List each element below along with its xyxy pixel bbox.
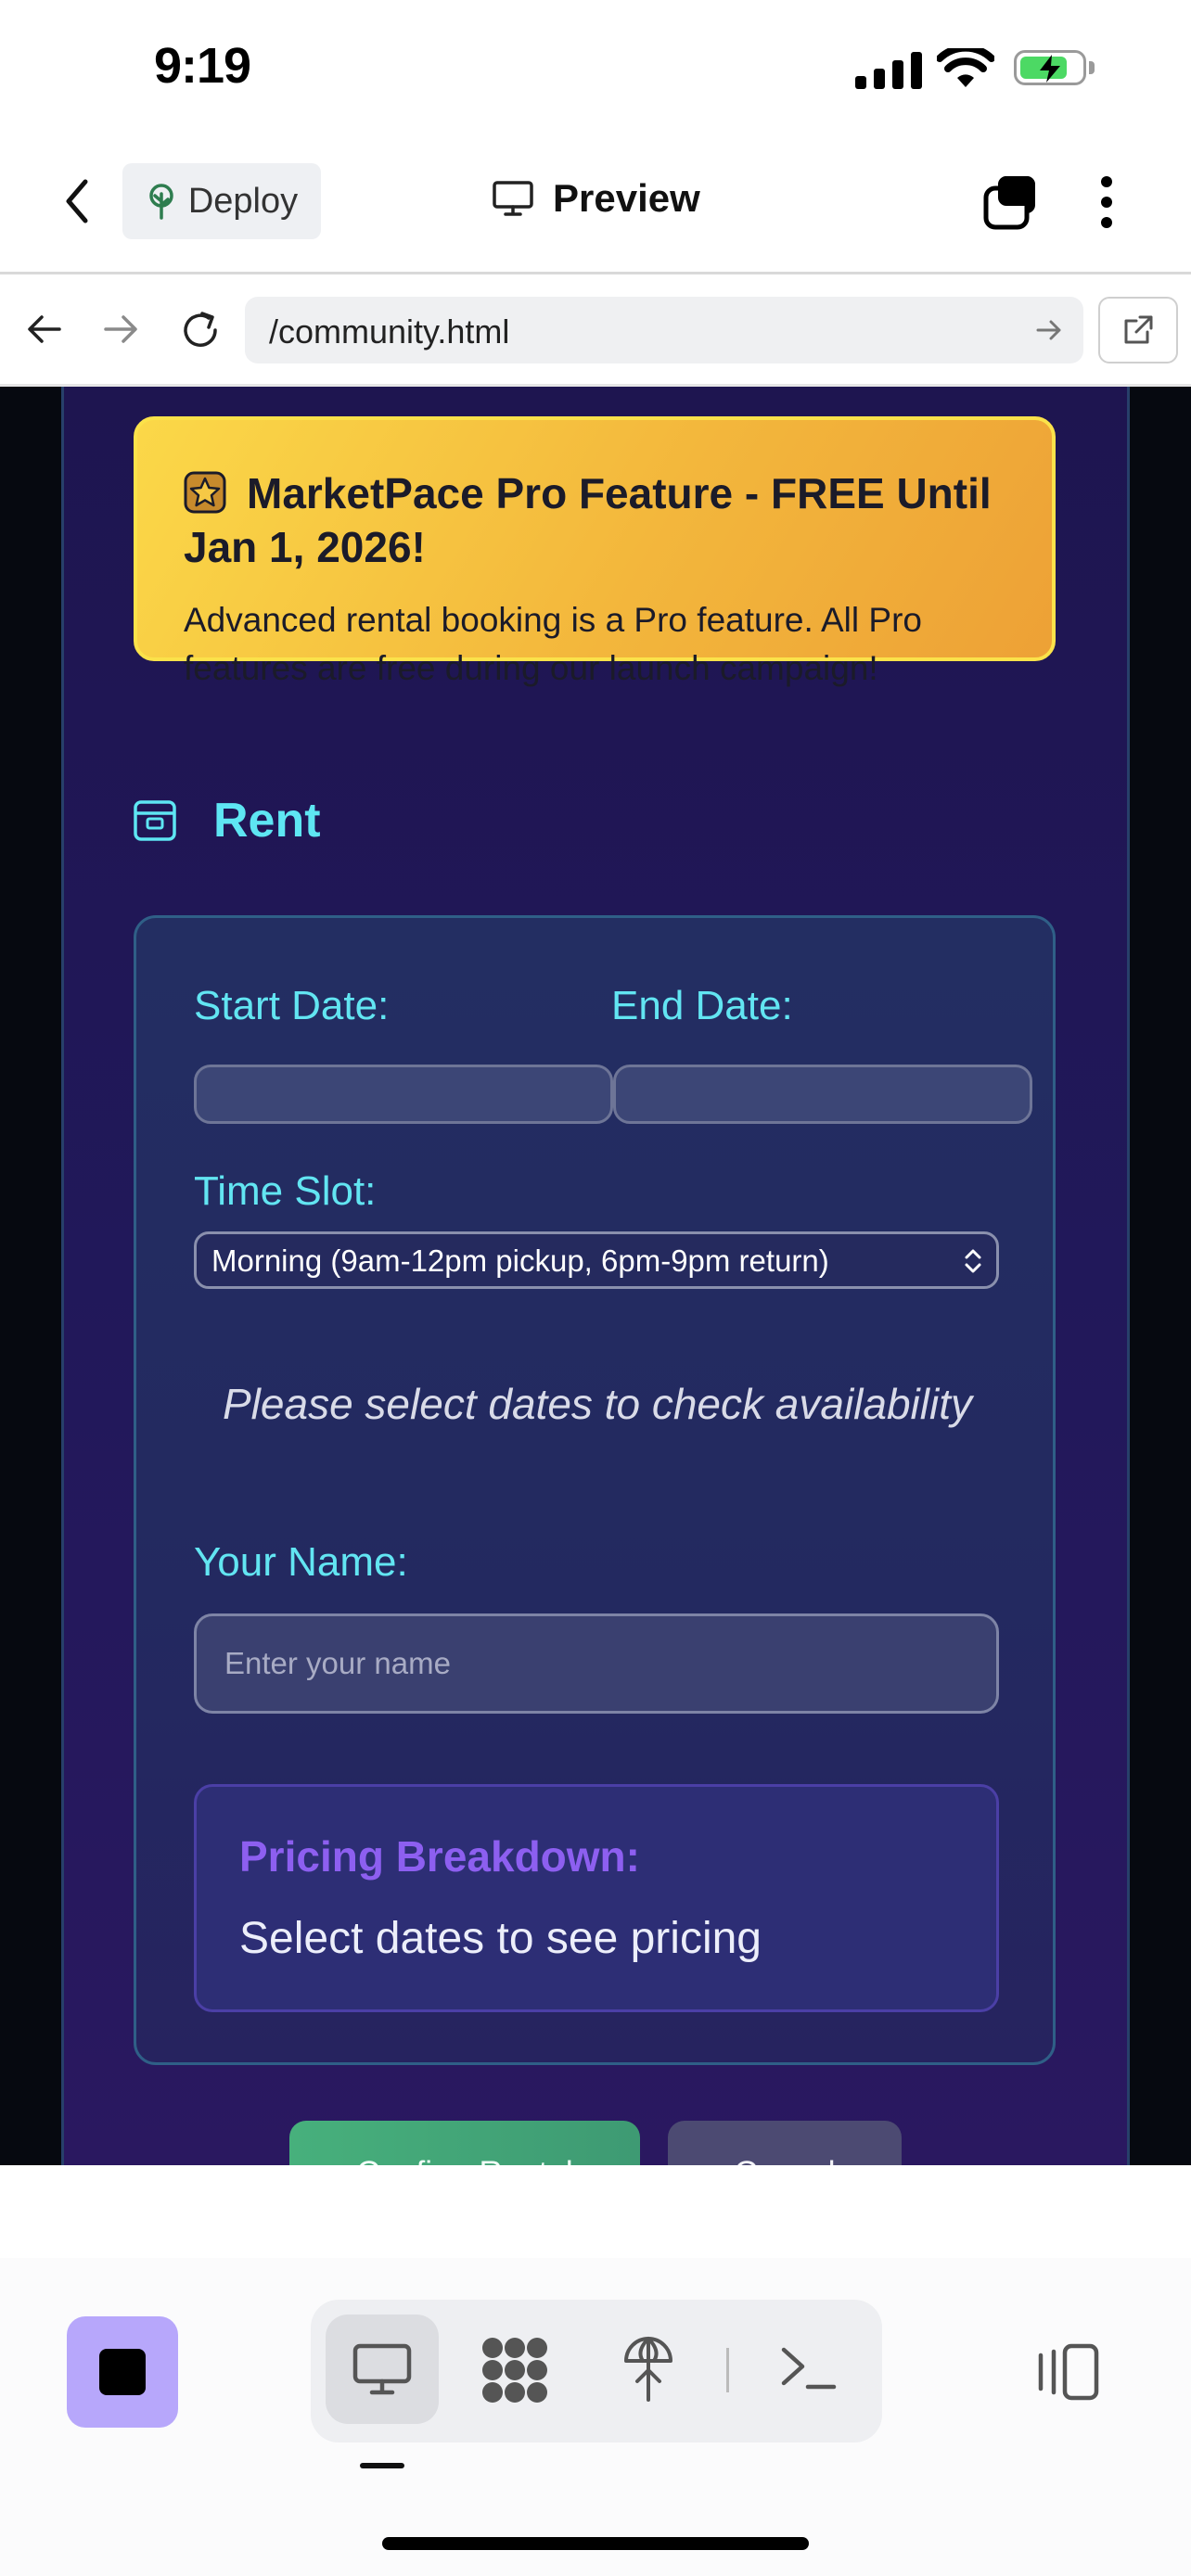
availability-note: Please select dates to check availabilit… bbox=[223, 1380, 972, 1428]
time-slot-select[interactable]: Morning (9am-12pm pickup, 6pm-9pm return… bbox=[194, 1231, 999, 1289]
home-indicator bbox=[382, 2537, 809, 2550]
stop-icon bbox=[99, 2349, 146, 2395]
pricing-text: Select dates to see pricing bbox=[239, 1914, 762, 1963]
windows-stack-icon[interactable] bbox=[981, 172, 1041, 232]
start-date-label: Start Date: bbox=[194, 983, 390, 1028]
antenna-icon[interactable] bbox=[622, 2333, 674, 2404]
signal-icon bbox=[855, 52, 924, 89]
deploy-button[interactable]: Deploy bbox=[122, 163, 321, 239]
start-date-input[interactable] bbox=[194, 1065, 613, 1124]
terminal-icon[interactable] bbox=[780, 2342, 838, 2394]
select-caret-icon bbox=[965, 1249, 981, 1273]
active-tool-indicator bbox=[360, 2463, 404, 2468]
monitor-icon bbox=[493, 181, 533, 216]
time-slot-label: Time Slot: bbox=[194, 1168, 377, 1214]
promo-title-wrap: MarketPace Pro Feature - FREE Until Jan … bbox=[184, 466, 1018, 574]
wifi-icon bbox=[937, 48, 994, 87]
web-viewport: MarketPace Pro Feature - FREE Until Jan … bbox=[0, 387, 1191, 2165]
preview-label: Preview bbox=[553, 176, 700, 220]
promo-body: Advanced rental booking is a Pro feature… bbox=[184, 601, 922, 687]
battery-nub bbox=[1089, 61, 1095, 74]
deploy-label: Deploy bbox=[187, 181, 299, 221]
external-link-icon bbox=[1124, 315, 1153, 344]
pricing-breakdown: Pricing Breakdown: Select dates to see p… bbox=[194, 1784, 999, 2012]
go-arrow-icon[interactable] bbox=[1035, 317, 1063, 343]
tool-preview-button[interactable] bbox=[326, 2315, 439, 2424]
nav-back-icon[interactable] bbox=[26, 313, 63, 345]
stop-button[interactable] bbox=[67, 2316, 178, 2428]
more-vertical-icon[interactable] bbox=[1096, 174, 1117, 230]
tool-divider bbox=[726, 2348, 729, 2392]
name-label: Your Name: bbox=[194, 1539, 408, 1585]
star-icon bbox=[184, 471, 226, 514]
url-field[interactable]: /community.html bbox=[245, 297, 1083, 363]
rent-title: Rent bbox=[213, 794, 321, 848]
battery-icon bbox=[1014, 50, 1086, 85]
preview-tab[interactable]: Preview bbox=[492, 176, 700, 221]
end-date-label: End Date: bbox=[611, 983, 793, 1028]
promo-title: MarketPace Pro Feature - FREE Until Jan … bbox=[184, 469, 992, 571]
tool-switcher bbox=[311, 2300, 882, 2442]
end-date-input[interactable] bbox=[613, 1065, 1032, 1124]
confirm-rental-button[interactable]: Confirm Rental bbox=[289, 2121, 640, 2165]
reload-icon[interactable] bbox=[180, 310, 221, 351]
rental-form: Start Date: End Date: Time Slot: Morning… bbox=[134, 915, 1056, 2065]
monitor-icon bbox=[352, 2343, 412, 2395]
pricing-title: Pricing Breakdown: bbox=[239, 1832, 640, 1881]
status-time: 9:19 bbox=[154, 38, 251, 94]
grid-blob-icon[interactable] bbox=[480, 2335, 550, 2405]
calendar-box-icon bbox=[134, 800, 176, 841]
name-input[interactable] bbox=[194, 1613, 999, 1714]
open-external-button[interactable] bbox=[1098, 297, 1178, 363]
panel-toggle-icon[interactable] bbox=[1035, 2342, 1102, 2402]
time-slot-value: Morning (9am-12pm pickup, 6pm-9pm return… bbox=[211, 1243, 829, 1278]
cancel-button[interactable]: Cancel bbox=[668, 2121, 902, 2165]
pro-feature-banner: MarketPace Pro Feature - FREE Until Jan … bbox=[134, 416, 1056, 687]
back-chevron-icon[interactable] bbox=[63, 178, 91, 224]
tree-icon bbox=[149, 184, 173, 220]
nav-forward-icon[interactable] bbox=[102, 313, 139, 345]
header-divider bbox=[0, 272, 1191, 274]
url-text: /community.html bbox=[269, 312, 510, 351]
